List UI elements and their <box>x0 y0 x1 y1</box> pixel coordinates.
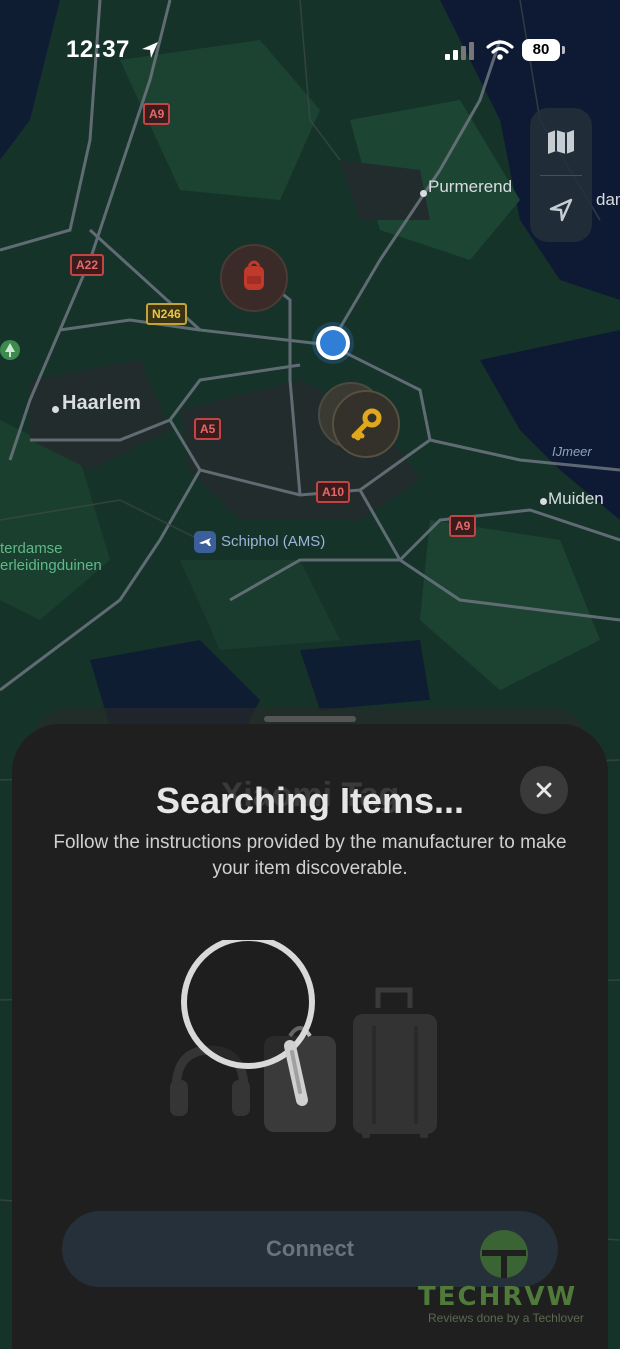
road-shield-a9-right: A9 <box>449 515 477 537</box>
sheet-grabber[interactable] <box>264 716 356 722</box>
suitcase-icon <box>353 987 437 1138</box>
status-bar: 12:37 80 <box>0 0 620 100</box>
cellular-signal-icon <box>445 42 474 60</box>
road-shield-a9-top: A9 <box>143 103 171 125</box>
road-shield-a22: A22 <box>70 254 105 276</box>
muiden-dot <box>540 498 547 505</box>
road-shield-a5: A5 <box>194 418 222 440</box>
park-icon <box>0 340 20 360</box>
magnifying-glass-icon <box>181 940 315 1106</box>
current-location-button[interactable] <box>530 180 592 240</box>
map-icon <box>548 130 574 154</box>
status-time: 12:37 <box>66 36 130 63</box>
place-label-schiphol: Schiphol (AMS) <box>221 533 326 550</box>
place-label-duinen-2: erleidingduinen <box>0 557 102 574</box>
place-label-edge: dam <box>596 190 620 209</box>
haarlem-dot <box>52 406 59 413</box>
backpack-icon <box>244 260 264 290</box>
battery-nub <box>562 46 565 54</box>
close-button[interactable] <box>520 766 568 814</box>
map-style-button[interactable] <box>530 112 592 172</box>
watermark-tagline: Reviews done by a Techlover <box>428 1311 584 1325</box>
searching-illustration <box>170 940 437 1138</box>
place-label-haarlem: Haarlem <box>62 392 141 414</box>
map-controls <box>530 108 592 242</box>
sheet-subtitle: Follow the instructions provided by the … <box>53 832 567 879</box>
place-label-duinen-1: terdamse <box>0 540 63 557</box>
airport-icon <box>194 531 216 553</box>
place-label-muiden: Muiden <box>548 489 604 508</box>
water-label-ijmeer: IJmeer <box>552 444 592 459</box>
location-services-icon <box>142 42 158 58</box>
road-shield-n246: N246 <box>146 303 187 325</box>
backpack-item-pin[interactable] <box>220 244 288 312</box>
road-shield-a10: A10 <box>316 481 351 503</box>
close-icon <box>536 782 552 798</box>
wifi-icon <box>486 40 514 60</box>
watermark-brand: TECHRVW <box>418 1282 578 1312</box>
controls-divider <box>540 175 582 176</box>
key-item-pin[interactable] <box>332 390 400 458</box>
user-location-dot <box>316 326 350 360</box>
location-arrow-icon <box>549 198 573 222</box>
purmerend-dot <box>420 190 427 197</box>
battery-indicator: 80 <box>522 39 560 61</box>
key-icon <box>351 408 382 441</box>
place-label-purmerend: Purmerend <box>428 177 513 196</box>
